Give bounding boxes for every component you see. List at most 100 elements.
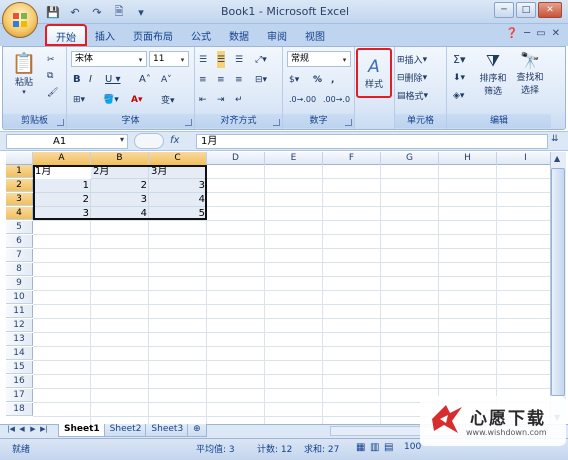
number-format-box[interactable]: 常规 ▾	[287, 51, 351, 67]
row-header-7[interactable]: 7	[6, 249, 33, 262]
undo-icon[interactable]: ↶	[66, 4, 84, 20]
sort-filter-button[interactable]: ⧩ 排序和 筛选	[477, 51, 509, 101]
row-header-15[interactable]: 15	[6, 361, 33, 374]
row-header-11[interactable]: 11	[6, 305, 33, 318]
alignment-launcher-icon[interactable]	[273, 119, 280, 126]
ribbon-close-icon[interactable]: ✕	[552, 28, 560, 39]
redo-icon[interactable]: ↷	[88, 4, 106, 20]
cell-a3[interactable]: 2	[33, 193, 91, 206]
cell-c1[interactable]: 3月	[149, 165, 207, 178]
fill-icon[interactable]: ⬇▾	[453, 69, 465, 86]
column-header-d[interactable]: D	[207, 152, 265, 165]
underline-button[interactable]: U ▾	[105, 71, 121, 88]
styles-button[interactable]: A 样式	[356, 48, 392, 98]
cell-a2[interactable]: 1	[33, 179, 91, 192]
find-select-button[interactable]: 🔭 查找和 选择	[513, 51, 547, 101]
formula-bar-divider[interactable]	[134, 133, 164, 149]
tab-data[interactable]: 数据	[220, 25, 258, 45]
clear-icon[interactable]: ◈▾	[453, 87, 464, 104]
cell-a1[interactable]: 1月	[33, 165, 91, 178]
italic-button[interactable]: I	[89, 71, 92, 88]
column-header-b[interactable]: B	[91, 152, 149, 165]
formula-input[interactable]: 1月	[196, 134, 548, 149]
align-top-icon[interactable]: ☰	[199, 51, 207, 68]
autosum-icon[interactable]: Σ▾	[453, 51, 465, 68]
font-size-box[interactable]: 11 ▾	[149, 51, 189, 67]
row-header-3[interactable]: 3	[6, 193, 33, 206]
first-sheet-icon[interactable]: |◀	[6, 425, 16, 436]
office-button[interactable]	[2, 2, 38, 38]
percent-icon[interactable]: %	[313, 71, 322, 88]
vertical-scroll-thumb[interactable]	[551, 168, 565, 396]
copy-icon[interactable]: ⧉	[47, 67, 53, 84]
row-header-10[interactable]: 10	[6, 291, 33, 304]
column-header-c[interactable]: C	[149, 152, 207, 165]
font-color-icon[interactable]: A▾	[131, 91, 142, 108]
cell-c4[interactable]: 5	[149, 207, 207, 220]
merge-cells-icon[interactable]: ⊟▾	[255, 71, 267, 88]
number-launcher-icon[interactable]	[345, 119, 352, 126]
column-header-i[interactable]: I	[497, 152, 550, 165]
print-preview-icon[interactable]: 🗎	[110, 4, 128, 20]
column-header-h[interactable]: H	[439, 152, 497, 165]
tab-formulas[interactable]: 公式	[182, 25, 220, 45]
currency-icon[interactable]: $▾	[289, 71, 299, 88]
page-break-view-icon[interactable]: ▤	[384, 442, 393, 453]
row-header-16[interactable]: 16	[6, 375, 33, 388]
align-left-icon[interactable]: ≡	[199, 71, 207, 88]
row-header-1[interactable]: 1	[6, 165, 33, 178]
tab-page-layout[interactable]: 页面布局	[124, 25, 182, 45]
insert-cells-button[interactable]: ⊞ 插入 ▾	[397, 51, 427, 68]
close-button[interactable]: ✕	[538, 2, 562, 18]
bold-button[interactable]: B	[73, 71, 81, 88]
chevron-down-icon[interactable]: ▾	[120, 135, 124, 144]
expand-formula-icon[interactable]: ⇊	[551, 134, 559, 144]
sheet-tab-1[interactable]: Sheet1	[58, 424, 106, 437]
sheet-tab-3[interactable]: Sheet3	[145, 424, 190, 437]
cell-c2[interactable]: 3	[149, 179, 207, 192]
row-header-2[interactable]: 2	[6, 179, 33, 192]
normal-view-icon[interactable]: ▦	[356, 442, 365, 453]
fill-color-icon[interactable]: 🪣▾	[103, 91, 119, 108]
row-header-13[interactable]: 13	[6, 333, 33, 346]
row-header-14[interactable]: 14	[6, 347, 33, 360]
font-name-box[interactable]: 宋体 ▾	[71, 51, 147, 67]
cell-b3[interactable]: 3	[91, 193, 149, 206]
tab-view[interactable]: 视图	[296, 25, 334, 45]
cell-a4[interactable]: 3	[33, 207, 91, 220]
row-header-5[interactable]: 5	[6, 221, 33, 234]
orientation-icon[interactable]: ⤢▾	[255, 51, 267, 68]
row-header-18[interactable]: 18	[6, 403, 33, 416]
column-header-e[interactable]: E	[265, 152, 323, 165]
ribbon-minimize-icon[interactable]: ─	[524, 28, 530, 39]
column-header-f[interactable]: F	[323, 152, 381, 165]
ribbon-restore-icon[interactable]: ▭	[536, 28, 545, 39]
row-header-17[interactable]: 17	[6, 389, 33, 402]
row-header-6[interactable]: 6	[6, 235, 33, 248]
format-cells-button[interactable]: ▤ 格式 ▾	[397, 87, 428, 104]
prev-sheet-icon[interactable]: ◀	[17, 425, 27, 436]
customize-toolbar-icon[interactable]: ▾	[132, 4, 150, 20]
row-header-9[interactable]: 9	[6, 277, 33, 290]
font-launcher-icon[interactable]	[185, 119, 192, 126]
select-all-corner[interactable]	[6, 152, 33, 165]
insert-sheet-icon[interactable]: ⊕	[187, 424, 207, 437]
insert-function-icon[interactable]: fx	[170, 135, 179, 146]
name-box[interactable]: A1	[6, 134, 128, 149]
tab-review[interactable]: 审阅	[258, 25, 296, 45]
next-sheet-icon[interactable]: ▶	[28, 425, 38, 436]
cut-icon[interactable]: ✂	[47, 51, 55, 68]
tab-home[interactable]: 开始	[45, 24, 87, 46]
last-sheet-icon[interactable]: ▶|	[39, 425, 49, 436]
delete-cells-button[interactable]: ⊟ 删除 ▾	[397, 69, 427, 86]
cell-b2[interactable]: 2	[91, 179, 149, 192]
phonetic-icon[interactable]: 变▾	[161, 91, 175, 108]
decrease-decimal-icon[interactable]: .00→.0	[323, 91, 350, 108]
align-center-icon[interactable]: ≡	[217, 71, 225, 88]
shrink-font-button[interactable]: A˅	[161, 71, 172, 88]
page-layout-view-icon[interactable]: ▥	[370, 442, 379, 453]
paste-button[interactable]: 📋 粘贴 ▾	[11, 51, 37, 99]
sheet-tab-2[interactable]: Sheet2	[103, 424, 148, 437]
align-bottom-icon[interactable]: ☰	[235, 51, 243, 68]
clipboard-launcher-icon[interactable]	[57, 119, 64, 126]
